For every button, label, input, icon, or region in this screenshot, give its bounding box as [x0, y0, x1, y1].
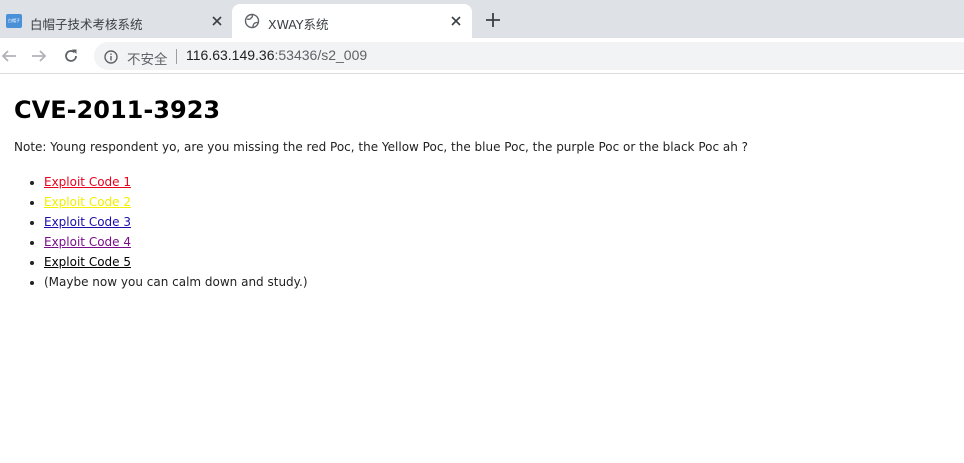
- close-icon[interactable]: [209, 13, 225, 29]
- globe-icon: [244, 13, 260, 29]
- info-icon[interactable]: [104, 49, 118, 64]
- list-item: Exploit Code 5: [44, 254, 954, 274]
- exploit-code-5-link[interactable]: Exploit Code 5: [44, 255, 131, 269]
- baimaozi-favicon-icon: 白帽子: [6, 14, 22, 28]
- tab-title: XWAY系统: [268, 17, 329, 32]
- reload-icon[interactable]: [62, 47, 80, 65]
- list-item: (Maybe now you can calm down and study.): [44, 274, 954, 294]
- page-content: CVE-2011-3923 Note: Young respondent yo,…: [14, 95, 954, 294]
- browser-toolbar: 不安全 116.63.149.36:53436/s2_009: [0, 38, 964, 74]
- url-text[interactable]: 116.63.149.36:53436/s2_009: [186, 47, 367, 63]
- url-path: :53436/s2_009: [274, 47, 368, 63]
- new-tab-plus-icon[interactable]: [484, 11, 502, 29]
- page-title: CVE-2011-3923: [14, 96, 221, 124]
- exploit-code-4-link[interactable]: Exploit Code 4: [44, 235, 131, 249]
- list-item: Exploit Code 2: [44, 194, 954, 214]
- close-icon[interactable]: [448, 13, 464, 29]
- tab-strip: 白帽子 白帽子技术考核系统 XWAY系统: [0, 0, 964, 38]
- address-bar[interactable]: 不安全 116.63.149.36:53436/s2_009: [94, 42, 964, 70]
- note-text: Note: Young respondent yo, are you missi…: [14, 140, 749, 154]
- list-item: Exploit Code 3: [44, 214, 954, 234]
- tab-title: 白帽子技术考核系统: [30, 17, 143, 32]
- exploit-link-list: Exploit Code 1 Exploit Code 2 Exploit Co…: [44, 174, 954, 294]
- exploit-code-3-link[interactable]: Exploit Code 3: [44, 215, 131, 229]
- divider: [176, 49, 177, 64]
- list-item: Exploit Code 4: [44, 234, 954, 254]
- forward-arrow-icon[interactable]: [30, 47, 48, 65]
- back-arrow-icon[interactable]: [0, 47, 18, 65]
- list-item: Exploit Code 1: [44, 174, 954, 194]
- url-host: 116.63.149.36: [186, 47, 275, 63]
- tab-baimaozi[interactable]: 白帽子 白帽子技术考核系统: [0, 4, 232, 38]
- exploit-code-2-link[interactable]: Exploit Code 2: [44, 195, 131, 209]
- security-status-label: 不安全: [127, 52, 168, 68]
- exploit-code-1-link[interactable]: Exploit Code 1: [44, 175, 131, 189]
- tab-xway[interactable]: XWAY系统: [232, 4, 472, 38]
- study-hint-text: (Maybe now you can calm down and study.): [44, 275, 308, 289]
